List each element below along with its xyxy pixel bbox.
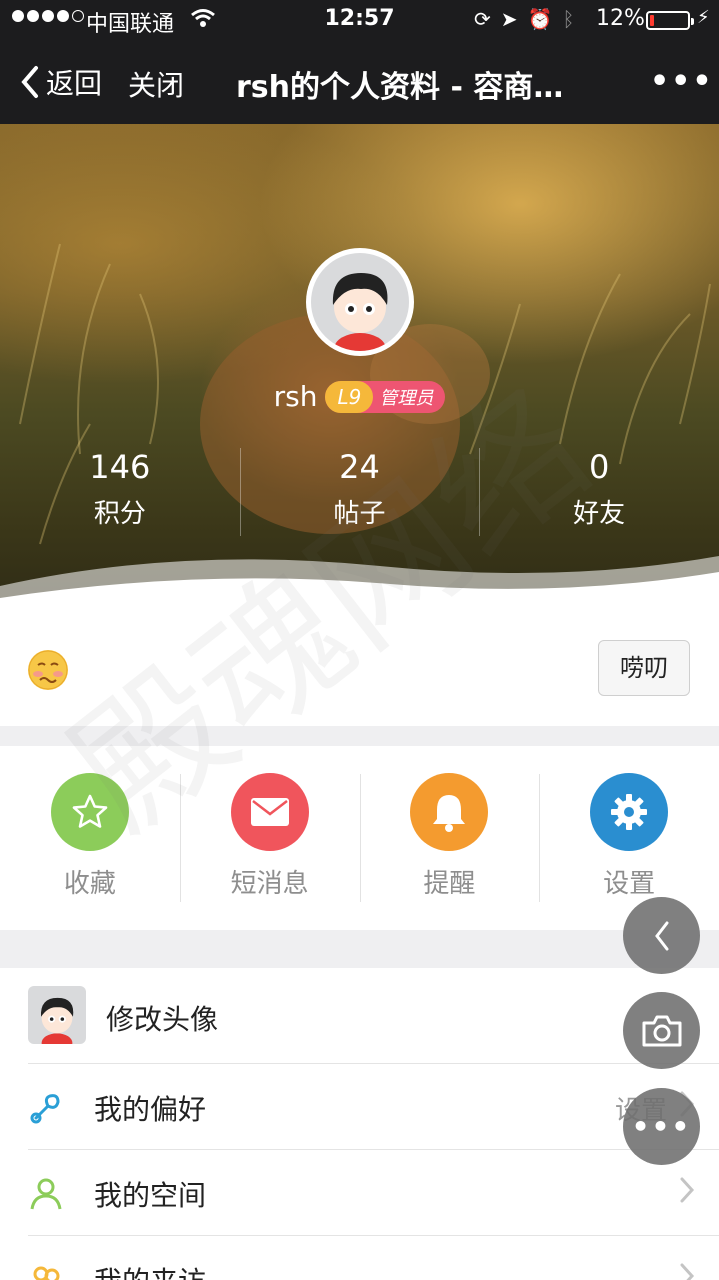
close-button[interactable]: 关闭 (128, 64, 184, 104)
visitors-icon (33, 1266, 60, 1280)
star-icon (72, 794, 108, 828)
action-reminders[interactable]: 提醒 (359, 746, 540, 930)
action-circle (590, 773, 669, 851)
status-bar: 中国联通 12:57 ⟳ ➤ ⏰ ᛒ 12% ⚡ (0, 0, 719, 40)
navigation-bar: 返回 关闭 rsh的个人资料 - 容商… ••• (0, 40, 719, 124)
charging-bolt-icon: ⚡ (697, 7, 710, 28)
list-item-visitors[interactable]: 我的来访 (28, 1236, 719, 1280)
confused-face-icon (28, 650, 68, 690)
action-label: 收藏 (63, 869, 116, 899)
username: rsh (273, 380, 318, 413)
stat-label: 积分 (93, 499, 146, 529)
action-circle (410, 773, 489, 851)
back-button[interactable]: 返回 (18, 62, 102, 102)
floating-back-button[interactable] (623, 897, 700, 974)
signature-row: 唠叨 (0, 606, 719, 726)
section-divider (0, 726, 719, 746)
list-item-label: 我的空间 (94, 1179, 207, 1212)
action-circle (230, 773, 309, 851)
action-label: 提醒 (423, 869, 476, 899)
back-label: 返回 (46, 67, 103, 100)
alarm-icon: ⏰ (527, 7, 553, 31)
page-title: rsh的个人资料 - 容商… (236, 70, 564, 105)
chevron-left-icon (21, 66, 38, 98)
wave-divider (0, 556, 719, 606)
list-item-label: 我的来访 (94, 1260, 206, 1280)
more-menu-button[interactable]: ••• (650, 64, 714, 99)
level-badge: L9 (325, 380, 374, 413)
user-badge: L9 管理员 (325, 380, 446, 413)
action-label: 短消息 (230, 869, 309, 899)
action-circle (50, 773, 129, 851)
location-icon: ➤ (500, 7, 518, 31)
floating-more-button[interactable]: ••• (623, 1088, 700, 1165)
list-item-change-avatar[interactable]: 修改头像 (28, 968, 719, 1064)
camera-icon (642, 1015, 681, 1046)
chevron-left-icon (654, 921, 668, 950)
wrench-icon (30, 1094, 60, 1124)
chat-button[interactable]: 唠叨 (598, 640, 690, 696)
avatar (28, 986, 86, 1044)
chevron-right-icon (680, 1263, 695, 1280)
envelope-icon (250, 798, 289, 826)
role-badge: 管理员 (379, 387, 434, 409)
quick-actions: 收藏 短消息 提醒 设置 (0, 746, 719, 930)
list-item-preferences[interactable]: 我的偏好 设置 (28, 1064, 719, 1150)
stat-posts[interactable]: 24 帖子 (239, 442, 480, 536)
list-item-label: 我的偏好 (94, 1093, 207, 1126)
more-dots-icon: ••• (631, 1110, 692, 1143)
action-messages[interactable]: 短消息 (179, 746, 360, 930)
stat-value: 146 (89, 448, 151, 486)
bell-icon (433, 795, 466, 832)
stat-points[interactable]: 146 积分 (0, 442, 240, 536)
list-item-label: 修改头像 (106, 1003, 219, 1036)
action-settings[interactable]: 设置 (539, 746, 719, 930)
list-item-my-space[interactable]: 我的空间 (28, 1150, 719, 1236)
avatar-illustration (332, 273, 388, 351)
gear-icon (611, 794, 648, 830)
chevron-right-icon (680, 1177, 695, 1203)
stat-value: 0 (589, 448, 610, 486)
stat-label: 好友 (573, 499, 626, 529)
action-label: 设置 (603, 869, 656, 899)
profile-avatar[interactable] (306, 248, 414, 356)
profile-stats: 146 积分 24 帖子 0 好友 (0, 442, 719, 536)
floating-camera-button[interactable] (623, 992, 700, 1069)
section-divider (0, 930, 719, 968)
stat-friends[interactable]: 0 好友 (479, 442, 719, 536)
battery-fill (650, 15, 654, 26)
rotation-lock-icon: ⟳ (474, 7, 491, 31)
bluetooth-icon: ᛒ (562, 7, 575, 31)
stat-label: 帖子 (333, 499, 386, 529)
action-favorites[interactable]: 收藏 (0, 746, 180, 930)
profile-header: rsh L9 管理员 146 积分 24 帖子 0 好友 (0, 124, 719, 606)
battery-percent: 12% (596, 6, 645, 31)
stat-value: 24 (339, 448, 380, 486)
settings-list: 修改头像 我的偏好 设置 我的空间 我的来访 (0, 968, 719, 1280)
user-icon (30, 1178, 62, 1210)
battery-icon (646, 11, 694, 30)
